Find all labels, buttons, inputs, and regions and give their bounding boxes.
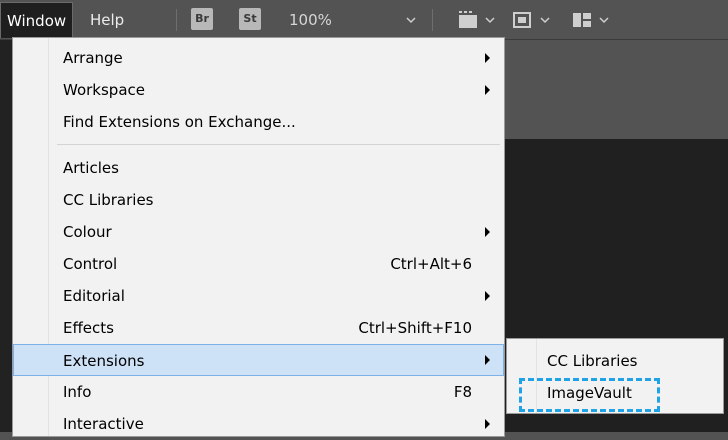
control-panel-background (505, 40, 728, 139)
menu-item-interactive[interactable]: Interactive (13, 408, 504, 440)
menubar-divider (176, 9, 177, 31)
zoom-chevron-down-icon[interactable] (404, 13, 418, 27)
submenu-arrow-icon (485, 53, 490, 63)
menu-item-label: Extensions (63, 352, 145, 370)
menubar-divider (432, 9, 433, 31)
submenu-arrow-icon (485, 85, 490, 95)
submenu-item-cc-libraries[interactable]: CC Libraries (507, 345, 723, 377)
menu-separator (57, 144, 500, 145)
menu-item-label: Colour (63, 223, 112, 241)
menu-item-shortcut: Ctrl+Shift+F10 (358, 319, 472, 337)
menu-item-label: Effects (63, 319, 114, 337)
menu-item-find-extensions[interactable]: Find Extensions on Exchange... (13, 106, 504, 138)
zoom-level[interactable]: 100% (289, 2, 332, 38)
menu-item-control[interactable]: Control Ctrl+Alt+6 (13, 248, 504, 280)
bridge-app-button[interactable]: Br (191, 8, 213, 30)
menu-item-cc-libraries[interactable]: CC Libraries (13, 184, 504, 216)
window-menu: Arrange Workspace Find Extensions on Exc… (12, 37, 505, 437)
menu-item-arrange[interactable]: Arrange (13, 42, 504, 74)
menu-item-info[interactable]: Info F8 (13, 376, 504, 408)
view-options-icon[interactable] (457, 10, 479, 30)
menu-item-label: Workspace (63, 81, 145, 99)
menu-item-extensions[interactable]: Extensions (13, 344, 504, 376)
menu-help[interactable]: Help (84, 2, 130, 38)
menu-item-label: CC Libraries (63, 191, 154, 209)
menu-item-colour[interactable]: Colour (13, 216, 504, 248)
submenu-item-label: CC Libraries (547, 352, 638, 370)
menu-item-label: Articles (63, 159, 119, 177)
submenu-item-label: ImageVault (547, 384, 632, 402)
menu-item-label: Find Extensions on Exchange... (63, 113, 296, 131)
arrange-documents-icon[interactable] (571, 10, 593, 30)
menu-item-editorial[interactable]: Editorial (13, 280, 504, 312)
screen-mode-icon[interactable] (512, 10, 532, 30)
menu-item-label: Interactive (63, 415, 144, 433)
menu-item-label: Editorial (63, 287, 125, 305)
screen-mode-chevron-down-icon[interactable] (538, 13, 552, 27)
menu-item-label: Arrange (63, 49, 123, 67)
menu-item-shortcut: Ctrl+Alt+6 (390, 255, 472, 273)
submenu-arrow-icon (485, 227, 490, 237)
workspace-background (0, 40, 12, 432)
submenu-arrow-icon (485, 355, 490, 365)
menu-item-articles[interactable]: Articles (13, 152, 504, 184)
submenu-item-imagevault[interactable]: ImageVault (507, 377, 723, 409)
menu-item-shortcut: F8 (453, 383, 472, 401)
menu-item-workspace[interactable]: Workspace (13, 74, 504, 106)
stock-app-button[interactable]: St (239, 8, 261, 30)
view-options-chevron-down-icon[interactable] (483, 13, 497, 27)
menu-item-label: Info (63, 383, 92, 401)
extensions-submenu: CC Libraries ImageVault (506, 338, 724, 414)
submenu-arrow-icon (485, 291, 490, 301)
menu-window[interactable]: Window (0, 2, 74, 38)
menubar: Window Help Br St 100% (0, 0, 728, 40)
menu-item-effects[interactable]: Effects Ctrl+Shift+F10 (13, 312, 504, 344)
arrange-documents-chevron-down-icon[interactable] (597, 13, 611, 27)
menu-item-label: Control (63, 255, 118, 273)
submenu-arrow-icon (485, 419, 490, 429)
